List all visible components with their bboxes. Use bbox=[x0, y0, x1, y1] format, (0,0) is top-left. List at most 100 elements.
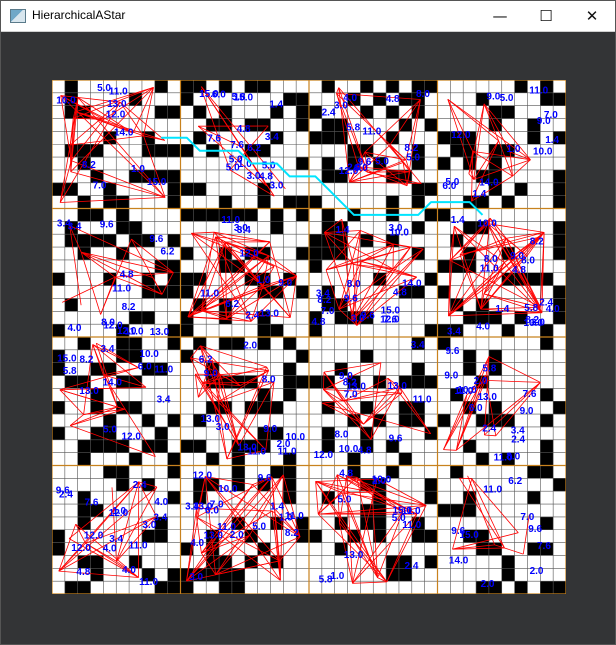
wall-cell bbox=[450, 144, 464, 158]
window-title: HierarchicalAStar bbox=[32, 8, 126, 22]
edge-weight-label: 1.4 bbox=[336, 225, 350, 236]
edge-weight-label: 4.0 bbox=[190, 538, 204, 549]
wall-cell bbox=[193, 208, 207, 222]
edge-weight-label: 4.8 bbox=[76, 567, 90, 578]
wall-cell bbox=[398, 452, 412, 466]
edge-weight-label: 5.0 bbox=[262, 161, 276, 172]
wall-cell bbox=[154, 80, 168, 93]
edge-weight-label: 8.0 bbox=[416, 89, 430, 100]
wall-cell bbox=[373, 516, 387, 530]
wall-cell bbox=[296, 118, 309, 132]
wall-cell bbox=[437, 504, 451, 517]
edge-weight-label: 10.0 bbox=[390, 228, 410, 239]
wall-cell bbox=[270, 208, 284, 222]
wall-cell bbox=[90, 144, 104, 158]
wall-cell bbox=[501, 324, 515, 337]
edge-weight-label: 8.2 bbox=[285, 528, 299, 539]
edge-weight-label: 10.0 bbox=[533, 147, 553, 158]
wall-cell bbox=[77, 208, 91, 222]
wall-cell bbox=[553, 478, 566, 492]
edge-weight-label: 11.0 bbox=[454, 386, 473, 397]
wall-cell bbox=[52, 542, 65, 556]
wall-cell bbox=[309, 131, 322, 145]
edge-weight-label: 9.6 bbox=[149, 234, 163, 245]
wall-cell bbox=[527, 491, 541, 505]
wall-cell bbox=[193, 131, 207, 145]
wall-cell bbox=[167, 491, 181, 505]
wall-cell bbox=[540, 337, 554, 350]
edge-weight-label: 4.0 bbox=[546, 304, 560, 315]
edge-weight-label: 13.0 bbox=[260, 309, 280, 320]
edge-weight-label: 10.0 bbox=[56, 96, 76, 107]
wall-cell bbox=[540, 439, 554, 453]
edge-weight-label: 10.0 bbox=[477, 219, 497, 230]
edge-weight-label: 2.4 bbox=[405, 561, 419, 572]
edge-weight-label: 9.0 bbox=[486, 91, 500, 102]
wall-cell bbox=[398, 92, 412, 106]
edge-weight-label: 7.6 bbox=[383, 314, 397, 325]
wall-cell bbox=[540, 465, 554, 479]
edge-weight-label: 3.0 bbox=[142, 520, 156, 531]
edge-weight-label: 3.0 bbox=[189, 572, 203, 583]
pathfinding-canvas[interactable]: 13.0 15.0 12.0 11.0 7.0 10.0 1.0 5.0 14.0 8.2 3.4 4… bbox=[52, 80, 566, 594]
wall-cell bbox=[296, 105, 309, 119]
edge-weight-label: 8.0 bbox=[335, 429, 349, 440]
edge-weight-label: 1.4 bbox=[451, 215, 465, 226]
wall-cell bbox=[501, 555, 515, 569]
wall-cell bbox=[231, 465, 245, 479]
edge-weight-label: 12.0 bbox=[239, 249, 259, 260]
edge-weight-label: 4.8 bbox=[237, 124, 251, 135]
wall-cell bbox=[296, 285, 309, 299]
minimize-button[interactable]: — bbox=[477, 1, 523, 31]
wall-cell bbox=[244, 80, 258, 93]
edge-weight-label: 12.0 bbox=[106, 109, 126, 120]
edge-weight-label: 11.0 bbox=[154, 365, 173, 376]
wall-cell bbox=[424, 491, 438, 505]
wall-cell bbox=[411, 182, 425, 196]
maximize-button[interactable]: ☐ bbox=[523, 1, 569, 31]
edge-weight-label: 11.0 bbox=[529, 85, 548, 96]
edge-weight-label: 9.6 bbox=[258, 473, 272, 484]
edge-weight-label: 2.0 bbox=[372, 476, 386, 487]
close-button[interactable]: ✕ bbox=[569, 1, 615, 31]
wall-cell bbox=[64, 80, 78, 93]
edge-weight-label: 1.4 bbox=[495, 304, 509, 315]
edge-weight-label: 9.6 bbox=[446, 346, 460, 357]
wall-cell bbox=[180, 581, 194, 594]
wall-cell bbox=[501, 195, 515, 209]
edge-weight-label: 7.6 bbox=[207, 134, 221, 145]
edge-weight-label: 1.0 bbox=[330, 571, 344, 582]
wall-cell bbox=[103, 234, 117, 248]
wall-cell bbox=[321, 157, 335, 170]
wall-cell bbox=[206, 208, 220, 222]
wall-cell bbox=[141, 414, 155, 427]
edge-weight-label: 5.8 bbox=[346, 122, 360, 133]
edge-weight-label: 7.6 bbox=[537, 541, 551, 552]
wall-cell bbox=[257, 80, 271, 93]
wall-cell bbox=[553, 169, 566, 183]
wall-cell bbox=[283, 337, 297, 350]
wall-cell bbox=[90, 555, 104, 569]
edge-weight-label: 7.0 bbox=[520, 512, 534, 523]
edge-weight-label: 14.0 bbox=[449, 555, 469, 566]
wall-cell bbox=[463, 504, 477, 517]
edge-weight-label: 4.8 bbox=[120, 269, 134, 280]
wall-cell bbox=[257, 118, 271, 132]
edge-weight-label: 2.4 bbox=[245, 311, 259, 322]
title-bar[interactable]: HierarchicalAStar — ☐ ✕ bbox=[1, 1, 615, 32]
wall-cell bbox=[116, 465, 130, 479]
wall-cell bbox=[424, 478, 438, 492]
wall-cell bbox=[219, 581, 232, 594]
wall-cell bbox=[219, 195, 232, 209]
edge-weight-label: 9.0 bbox=[204, 369, 218, 380]
wall-cell bbox=[167, 182, 181, 196]
wall-cell bbox=[231, 452, 245, 466]
edge-weight-label: 5.0 bbox=[338, 494, 352, 505]
edge-weight-label: 2.4 bbox=[322, 108, 336, 119]
wall-cell bbox=[553, 182, 566, 196]
edge-weight-label: 4.0 bbox=[103, 544, 117, 555]
edge-weight-label: 8.2 bbox=[317, 295, 331, 306]
hierarchical-grid[interactable]: 13.0 15.0 12.0 11.0 7.0 10.0 1.0 5.0 14.0 8.2 3.4 4… bbox=[52, 80, 566, 594]
edge-weight-label: 3.0 bbox=[216, 422, 230, 433]
edge-weight-label: 14.0 bbox=[402, 279, 422, 290]
